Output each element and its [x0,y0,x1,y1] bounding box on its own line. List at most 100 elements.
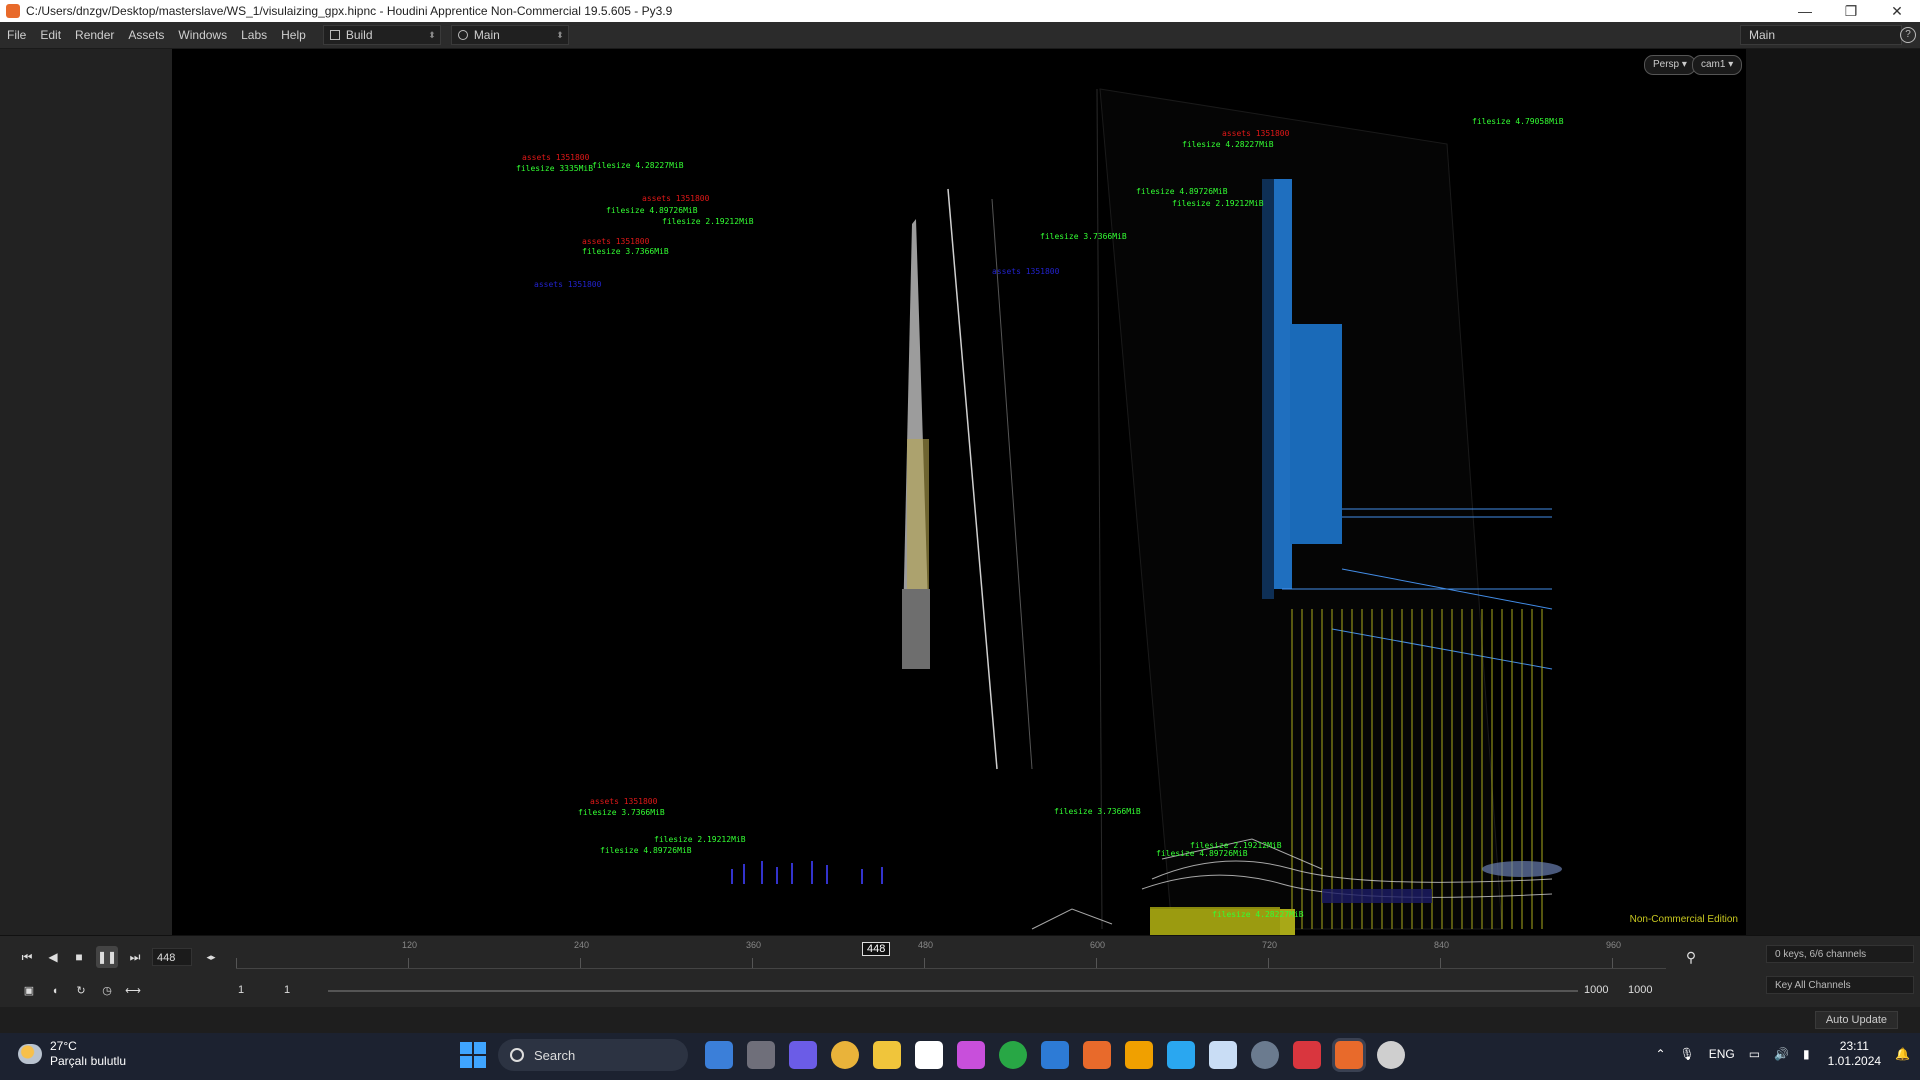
zoom-icon[interactable]: ⚲ [1680,946,1702,968]
clock-icon[interactable]: ◷ [96,980,118,1002]
xbox-app-icon[interactable] [999,1041,1027,1069]
menu-help[interactable]: Help [274,22,313,48]
system-tray: ⌃ 🎙 ENG ▭ 🔊 ▮ 23:11 1.01.2024 🔔 [1641,1039,1910,1069]
stop-button[interactable]: ■ [68,946,90,968]
menu-render[interactable]: Render [68,22,121,48]
notepad-app-icon[interactable] [1041,1041,1069,1069]
persp-view-button[interactable]: Persp ▾ [1644,55,1696,75]
viewport-label: assets 1351800 [642,194,710,203]
main-desktop-select[interactable]: Main ⬍ [450,25,569,45]
steam-app-icon[interactable] [1377,1041,1405,1069]
auto-update-button[interactable]: Auto Update [1814,1011,1898,1029]
viewport-label: assets 1351800 [992,267,1060,276]
menu-assets[interactable]: Assets [121,22,171,48]
viewport-label: filesize 2.19212MiB [662,217,754,226]
weather-widget[interactable]: 27°C Parçalı bulutlu [18,1039,126,1069]
inkscape-app-icon[interactable] [915,1041,943,1069]
acrobat-app-icon[interactable] [1293,1041,1321,1069]
battery-icon[interactable]: ▮ [1803,1047,1810,1061]
menu-windows[interactable]: Windows [171,22,234,48]
current-frame-field[interactable]: 448 [152,948,192,966]
end-frame[interactable]: 1000 [1584,984,1608,996]
viewport-label: filesize 4.89726MiB [1136,187,1228,196]
start-frame-2[interactable]: 1 [284,984,290,996]
step-frame-icon[interactable]: ◂▸ [200,946,222,968]
microphone-icon[interactable]: 🎙 [1680,1047,1695,1061]
help-icon[interactable]: ? [1900,27,1916,43]
updown-icon: ⬍ [556,29,564,40]
status-line: Auto Update [0,1007,1920,1033]
houdini-app-icon [6,4,20,18]
file-explorer-icon[interactable] [873,1041,901,1069]
build-desktop-select[interactable]: Build ⬍ [322,25,441,45]
chrome-app-icon[interactable] [831,1041,859,1069]
chevron-up-icon[interactable]: ⌃ [1655,1047,1665,1061]
keys-channels-info[interactable]: 0 keys, 6/6 channels [1766,945,1914,963]
taskbar-search[interactable]: Search [498,1039,688,1071]
maximize-button[interactable]: ❐ [1828,0,1874,22]
viewport-label: filesize 4.89726MiB [606,206,698,215]
end-frame-2[interactable]: 1000 [1628,984,1652,996]
temperature: 27°C [50,1039,77,1053]
viewport-label: filesize 4.28227MiB [1212,910,1304,919]
timeline-ruler[interactable]: 120 240 360 480 600 720 840 960 448 [236,940,1666,969]
windows-start-icon[interactable] [460,1042,486,1068]
realtime-toggle-icon[interactable]: ▣ [18,980,40,1002]
close-button[interactable]: ✕ [1874,0,1920,22]
range-icon[interactable]: ⟷ [122,980,144,1002]
audio-icon[interactable]: ◖ [44,980,66,1002]
teams-app-icon[interactable] [789,1041,817,1069]
scene-viewport[interactable]: Persp ▾ cam1 ▾ assets 1351800 filesize 3… [172,49,1746,935]
viewport-label: filesize 4.28227MiB [592,161,684,170]
menu-edit[interactable]: Edit [33,22,68,48]
git-app-icon[interactable] [1125,1041,1153,1069]
current-frame-marker[interactable]: 448 [862,942,891,956]
clock-time: 23:11 [1839,1039,1869,1053]
windows-taskbar: 27°C Parçalı bulutlu Search ⌃ 🎙 ENG ▭ 🔊 [0,1033,1920,1080]
instagram-app-icon[interactable] [957,1041,985,1069]
scene-geometry [731,88,1562,935]
start-frame[interactable]: 1 [238,984,244,996]
camera-select-button[interactable]: cam1 ▾ [1692,55,1743,75]
menu-file[interactable]: File [0,22,33,48]
taskbar-apps: Search [460,1039,1412,1071]
key-all-channels-button[interactable]: Key All Channels [1766,976,1914,994]
playbar: ⏮ ◀ ■ ❚❚ ⏭ 448 ◂▸ 120 240 360 480 600 72… [0,935,1920,1008]
viewport-label: assets 1351800 [534,280,602,289]
houdini-app-icon[interactable] [1335,1041,1363,1069]
pause-button[interactable]: ❚❚ [96,946,118,968]
widgets-app-icon[interactable] [705,1041,733,1069]
viewport-label: filesize 2.19212MiB [654,835,746,844]
target-icon [457,30,468,40]
main-desktop-label: Main [473,28,500,42]
title-bar: C:/Users/dnzgv/Desktop/masterslave/WS_1/… [0,0,1920,22]
desktop-icon [329,30,340,40]
houdini-launcher-icon[interactable] [1083,1041,1111,1069]
frame-range-slider[interactable] [328,990,1578,992]
notification-bell-icon[interactable]: 🔔 [1895,1047,1910,1061]
viewport-label: assets 1351800 [1222,129,1290,138]
vscode-app-icon[interactable] [1167,1041,1195,1069]
menu-labs[interactable]: Labs [234,22,274,48]
tick-label: 480 [918,940,934,950]
viewport-label: filesize 2.19212MiB [1172,199,1264,208]
task-view-icon[interactable] [747,1041,775,1069]
weather-condition: Parçalı bulutlu [50,1054,127,1068]
jump-start-button[interactable]: ⏮ [16,946,38,968]
viewport-label: assets 1351800 [590,797,658,806]
jump-end-button[interactable]: ⏭ [124,946,146,968]
tick-label: 840 [1434,940,1450,950]
clock[interactable]: 23:11 1.01.2024 [1828,1039,1881,1069]
photos-app-icon[interactable] [1209,1041,1237,1069]
language-indicator[interactable]: ENG [1709,1047,1735,1061]
minimize-button[interactable]: — [1782,0,1828,22]
viewport-label: filesize 4.89726MiB [600,846,692,855]
right-desktop-select[interactable]: Main [1740,25,1902,45]
settings-app-icon[interactable] [1251,1041,1279,1069]
volume-icon[interactable]: 🔊 [1774,1047,1789,1061]
play-reverse-button[interactable]: ◀ [42,946,64,968]
loop-icon[interactable]: ↻ [70,980,92,1002]
left-shelf-panel [0,49,172,935]
network-icon[interactable]: ▭ [1749,1047,1760,1061]
updown-icon: ⬍ [428,29,436,40]
